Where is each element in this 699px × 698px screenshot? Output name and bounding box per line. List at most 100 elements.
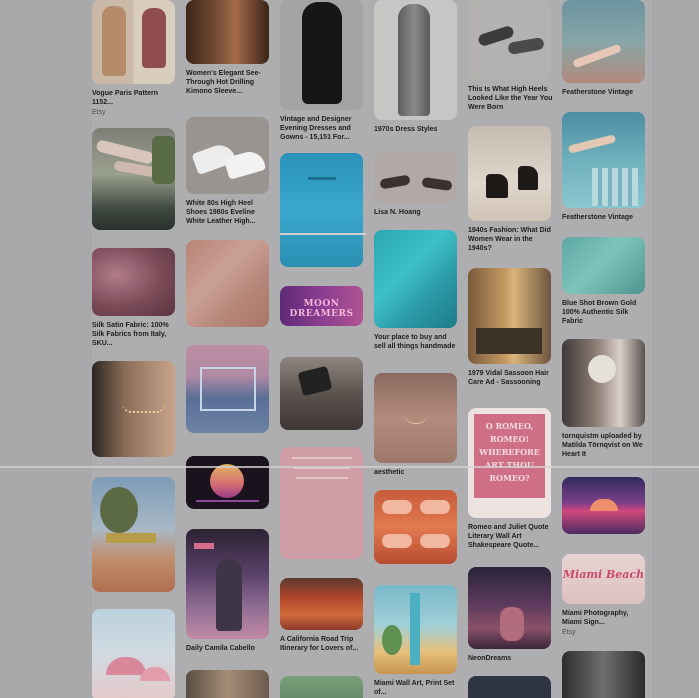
pin-romeo-quote[interactable]: O ROMEO, ROMEO! WHEREFORE ART THOU ROMEO… [468, 408, 555, 550]
pin-title[interactable]: Blue Shot Brown Gold 100% Authentic Silk… [562, 299, 648, 326]
pin-title[interactable]: Featherstone Vintage [562, 213, 648, 222]
pin-legs-heels[interactable] [92, 128, 179, 230]
pin-image[interactable] [468, 126, 551, 221]
pin-vintage-dresses[interactable]: Vintage and Designer Evening Dresses and… [280, 0, 367, 142]
pin-image[interactable] [374, 585, 457, 674]
pin-moon-dreamers[interactable]: MOON DREAMERS [280, 286, 367, 326]
pin-image[interactable] [562, 477, 645, 534]
pin-title[interactable]: 1940s Fashion: What Did Women Wear in th… [468, 226, 554, 253]
pin-silk-fabric[interactable]: Silk Satin Fabric: 100% Silk Fabrics fro… [92, 248, 179, 348]
pin-blue-pool-room[interactable] [186, 345, 273, 433]
pin-image[interactable] [92, 248, 175, 316]
pin-image[interactable]: O ROMEO, ROMEO! WHEREFORE ART THOU ROMEO… [468, 408, 551, 518]
pin-lisa-hoang[interactable]: Lisa N. Hoang [374, 151, 461, 217]
pin-title[interactable]: Vintage and Designer Evening Dresses and… [280, 115, 366, 142]
pin-image[interactable] [374, 151, 457, 203]
pin-turquoise-silk[interactable]: Your place to buy and sell all things ha… [374, 230, 461, 351]
pin-title[interactable]: aesthetic [374, 468, 460, 477]
pin-neon-dreams[interactable]: NeonDreams [468, 567, 555, 663]
pin-blue-shirt[interactable] [280, 153, 367, 267]
pin-image[interactable] [280, 153, 363, 267]
pin-title[interactable]: Silk Satin Fabric: 100% Silk Fabrics fro… [92, 321, 178, 348]
pin-title[interactable]: White 80s High Heel Shoes 1980s Eveline … [186, 199, 272, 226]
pin-image[interactable] [562, 237, 645, 294]
pin-neon-sunset[interactable] [186, 456, 273, 509]
pin-pink-sunset[interactable] [562, 477, 649, 534]
pin-tornquistm[interactable]: tornquistm uploaded by Matilda Törnqvist… [562, 339, 649, 459]
pin-high-heels[interactable]: This Is What High Heels Looked Like the … [468, 0, 555, 112]
pin-palms-bottom[interactable] [280, 676, 367, 698]
pin-featherstone-1[interactable]: Featherstone Vintage [562, 0, 649, 97]
pin-image[interactable]: Miami Beach [562, 554, 645, 604]
pin-image[interactable] [468, 0, 551, 80]
pin-image[interactable] [186, 0, 269, 64]
pin-camila[interactable]: Daily Camila Cabello [186, 529, 273, 653]
pin-title[interactable]: Your place to buy and sell all things ha… [374, 333, 460, 351]
pin-image[interactable] [186, 345, 269, 433]
pin-pink-quote[interactable] [280, 447, 367, 559]
pin-title[interactable]: Vogue Paris Pattern 1152... [92, 89, 178, 107]
pin-image[interactable] [468, 567, 551, 649]
pin-image[interactable] [562, 651, 645, 698]
pin-1940s-fashion[interactable]: 1940s Fashion: What Did Women Wear in th… [468, 126, 555, 253]
pin-title[interactable]: tornquistm uploaded by Matilda Törnqvist… [562, 432, 648, 459]
pin-1970s-dress[interactable]: 1970s Dress Styles [374, 0, 461, 134]
pin-dark-bottom[interactable] [468, 676, 555, 698]
pin-lips[interactable] [374, 490, 461, 564]
pin-image[interactable] [280, 676, 363, 698]
pin-miami-art[interactable]: Miami Wall Art, Print Set of... [374, 585, 461, 697]
pin-title[interactable]: Lisa N. Hoang [374, 208, 460, 217]
pin-miami-photo[interactable]: Miami Beach Miami Photography, Miami Sig… [562, 554, 649, 637]
pin-image[interactable] [468, 676, 551, 698]
pin-title[interactable]: Miami Photography, Miami Sign... [562, 609, 648, 627]
pin-kimono-sleeve[interactable]: Women's Elegant See-Through Hot Drilling… [186, 0, 273, 96]
pin-peach-fabric[interactable] [186, 240, 273, 327]
pin-image[interactable] [186, 456, 269, 509]
pin-hand-pearls[interactable] [280, 357, 367, 430]
pin-image[interactable] [92, 361, 175, 457]
pin-title[interactable]: 1979 Vidal Sassoon Hair Care Ad - Sassoo… [468, 369, 554, 387]
pin-image[interactable] [186, 117, 269, 194]
pin-image[interactable] [374, 0, 457, 120]
pin-image[interactable] [280, 578, 363, 630]
pin-featherstone-2[interactable]: Featherstone Vintage [562, 112, 649, 222]
pin-white-heels[interactable]: White 80s High Heel Shoes 1980s Eveline … [186, 117, 273, 226]
pin-title[interactable]: Miami Wall Art, Print Set of... [374, 679, 460, 697]
pin-image[interactable] [562, 112, 645, 208]
pin-vogue-pattern[interactable]: Vogue Paris Pattern 1152... Etsy [92, 0, 179, 117]
pin-image[interactable] [280, 0, 363, 110]
pin-image[interactable] [92, 0, 175, 84]
pin-image[interactable] [186, 670, 269, 698]
pin-image[interactable] [374, 490, 457, 564]
pin-bw-bottom[interactable] [562, 651, 649, 698]
pin-image[interactable] [562, 339, 645, 427]
pin-necklace[interactable] [92, 361, 179, 457]
pin-image[interactable] [280, 447, 363, 559]
pin-aesthetic[interactable]: aesthetic [374, 373, 461, 477]
pin-image[interactable] [280, 357, 363, 430]
pin-image[interactable] [92, 609, 175, 698]
pin-title[interactable]: Daily Camila Cabello [186, 644, 272, 653]
pin-title[interactable]: This Is What High Heels Looked Like the … [468, 85, 554, 112]
pin-image[interactable] [92, 128, 175, 230]
pin-image[interactable]: MOON DREAMERS [280, 286, 363, 326]
pin-title[interactable]: Women's Elegant See-Through Hot Drilling… [186, 69, 272, 96]
pin-image[interactable] [468, 268, 551, 364]
pin-sassoon-ad[interactable]: 1979 Vidal Sassoon Hair Care Ad - Sassoo… [468, 268, 555, 387]
pin-title[interactable]: 1970s Dress Styles [374, 125, 460, 134]
pin-image[interactable] [562, 0, 645, 83]
pin-image[interactable] [374, 373, 457, 463]
pin-title[interactable]: Romeo and Juliet Quote Literary Wall Art… [468, 523, 554, 550]
pin-title[interactable]: A California Road Trip Itinerary for Lov… [280, 635, 366, 653]
pin-pink-umbrellas[interactable] [92, 609, 179, 698]
pin-blue-silk[interactable]: Blue Shot Brown Gold 100% Authentic Silk… [562, 237, 649, 326]
pin-image[interactable] [374, 230, 457, 328]
pin-image[interactable] [92, 477, 175, 592]
pin-image[interactable] [186, 529, 269, 639]
pin-couple-bottom[interactable] [186, 670, 273, 698]
pin-road-trip[interactable]: A California Road Trip Itinerary for Lov… [280, 578, 367, 653]
pin-title[interactable]: NeonDreams [468, 654, 554, 663]
pin-title[interactable]: Featherstone Vintage [562, 88, 648, 97]
pin-beach-palms[interactable] [92, 477, 179, 592]
pin-image[interactable] [186, 240, 269, 327]
